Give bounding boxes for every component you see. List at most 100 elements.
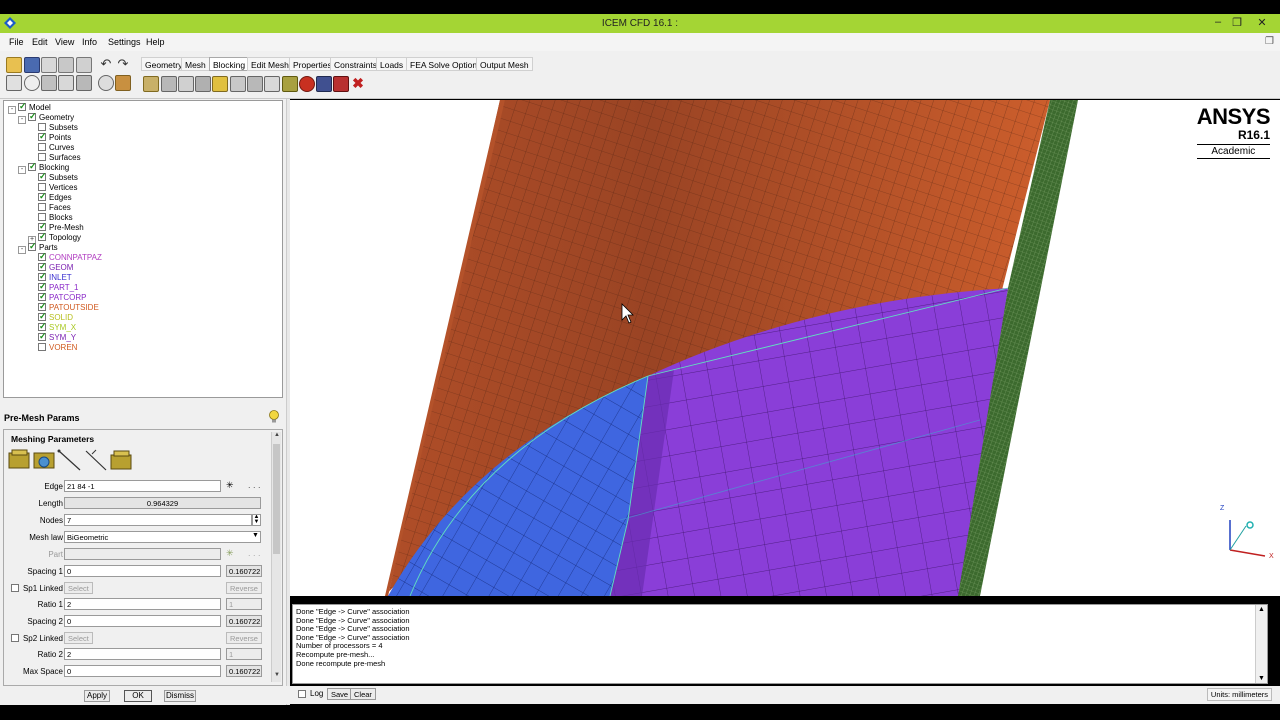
tree-checkbox[interactable] (38, 183, 46, 191)
maximize-button[interactable]: ❐ (1229, 16, 1245, 29)
tab-blocking[interactable]: Blocking (209, 57, 250, 71)
spacing2-field[interactable]: 0 (64, 615, 221, 627)
collapse-icon[interactable]: - (18, 116, 26, 124)
save-as-icon[interactable] (41, 57, 57, 73)
block-copy-icon[interactable] (110, 450, 132, 470)
restore-icon[interactable]: ❐ (1265, 36, 1274, 47)
delete-block-icon[interactable] (333, 76, 349, 92)
tree-checkbox[interactable] (38, 213, 46, 221)
menu-edit[interactable]: Edit (32, 37, 48, 47)
ratio2-field[interactable]: 2 (64, 648, 221, 660)
select-edge-icon[interactable]: ✳ (226, 480, 234, 491)
clear-log-button[interactable]: Clear (350, 688, 376, 700)
tree-node[interactable]: SYM_Y (28, 331, 76, 343)
color-icon[interactable] (115, 75, 131, 91)
measure-icon[interactable] (58, 75, 74, 91)
tree-checkbox[interactable] (38, 291, 47, 301)
create-block-icon[interactable] (143, 76, 159, 92)
open-icon[interactable] (6, 57, 22, 73)
split-block-icon[interactable] (161, 76, 177, 92)
edit-block-icon[interactable] (195, 76, 211, 92)
tab-loads[interactable]: Loads (376, 57, 408, 71)
edge-dist-icon[interactable] (85, 449, 107, 471)
save-log-button[interactable]: Save (327, 688, 353, 700)
pre-mesh-params-icon[interactable] (282, 76, 298, 92)
tree-checkbox[interactable] (38, 143, 46, 151)
graphics-viewport[interactable]: Z X ANSYS R16.1 Academic (290, 100, 1280, 596)
tree-checkbox[interactable] (38, 153, 46, 161)
move-vertex-icon[interactable] (230, 76, 246, 92)
tree-checkbox[interactable] (38, 343, 46, 351)
tree-node[interactable]: Subsets (28, 123, 78, 133)
tree-node[interactable]: PATCORP (28, 291, 86, 303)
tree-checkbox[interactable] (38, 191, 47, 201)
scroll-down-icon[interactable]: ▼ (273, 672, 281, 682)
params-scrollbar[interactable]: ▲ ▼ (271, 432, 281, 682)
zoom-icon[interactable] (24, 75, 40, 91)
tab-constraints[interactable]: Constraints (330, 57, 381, 71)
tree-node[interactable]: Vertices (28, 183, 77, 193)
collapse-icon[interactable]: - (18, 246, 26, 254)
tree-node[interactable]: VOREN (28, 343, 77, 353)
tree-checkbox[interactable] (38, 321, 47, 331)
merge-vertices-icon[interactable] (178, 76, 194, 92)
tab-properties[interactable]: Properties (289, 57, 336, 71)
tree-node[interactable]: Curves (28, 143, 74, 153)
edge-params-icon[interactable] (8, 449, 30, 469)
undo-icon[interactable]: ↶ (98, 57, 114, 73)
tree-checkbox[interactable] (38, 271, 47, 281)
import-icon[interactable] (58, 57, 74, 73)
tree-checkbox[interactable] (38, 221, 47, 231)
tree-checkbox[interactable] (38, 301, 47, 311)
transform-blocks-icon[interactable] (247, 76, 263, 92)
export-icon[interactable] (76, 57, 92, 73)
fit-window-icon[interactable] (6, 75, 22, 91)
menu-info[interactable]: Info (82, 37, 97, 47)
tree-checkbox[interactable] (38, 231, 47, 241)
tree-node[interactable]: PART_1 (28, 281, 79, 293)
scale-sizes-icon[interactable] (33, 452, 55, 469)
spacing1-field[interactable]: 0 (64, 565, 221, 577)
tree-node[interactable]: Pre-Mesh (28, 221, 84, 233)
sp1-linked-checkbox[interactable] (11, 584, 19, 592)
tree-checkbox[interactable] (38, 203, 46, 211)
message-log[interactable]: Done "Edge -> Curve" association Done "E… (292, 604, 1268, 684)
tab-edit-mesh[interactable]: Edit Mesh (247, 57, 293, 71)
tab-mesh[interactable]: Mesh (181, 57, 210, 71)
scroll-up-icon[interactable]: ▲ (273, 432, 281, 442)
solid-display-icon[interactable] (98, 75, 114, 91)
tree-checkbox[interactable] (38, 131, 47, 141)
sp2-linked-checkbox[interactable] (11, 634, 19, 642)
nodes-field[interactable]: 7 (64, 514, 252, 526)
tree-node[interactable]: Blocks (28, 213, 73, 223)
tree-node[interactable]: Points (28, 131, 71, 143)
edit-edge-icon[interactable] (264, 76, 280, 92)
tree-node[interactable]: INLET (28, 271, 72, 283)
display-icon[interactable] (76, 75, 92, 91)
tree-checkbox[interactable] (38, 311, 47, 321)
tree-node[interactable]: - Geometry (18, 111, 74, 124)
tree-node[interactable]: SOLID (28, 311, 73, 323)
tree-checkbox[interactable] (38, 251, 47, 261)
rotate-icon[interactable] (41, 75, 57, 91)
edge-field[interactable]: 21 84 -1 (64, 480, 221, 492)
check-blocks-icon[interactable] (316, 76, 332, 92)
ratio1-field[interactable]: 2 (64, 598, 221, 610)
dismiss-button[interactable]: Dismiss (164, 690, 196, 702)
tree-checkbox[interactable] (38, 123, 46, 131)
tree-checkbox[interactable] (38, 331, 47, 341)
scroll-thumb[interactable] (273, 444, 280, 554)
close-button[interactable]: ✕ (1254, 16, 1270, 29)
mesh-view[interactable]: Z X (290, 100, 1280, 596)
meshlaw-select[interactable]: BiGeometric (64, 531, 261, 543)
help-bulb-icon[interactable] (268, 410, 280, 424)
tree-node[interactable]: SYM_X (28, 321, 76, 333)
collapse-icon[interactable]: - (18, 166, 26, 174)
menu-settings[interactable]: Settings (108, 37, 141, 47)
ok-button[interactable]: OK (124, 690, 152, 702)
pre-mesh-smooth-icon[interactable] (299, 76, 315, 92)
apply-button[interactable]: Apply (84, 690, 110, 702)
log-scroll-down-icon[interactable]: ▼ (1258, 675, 1265, 682)
tree-node[interactable]: GEOM (28, 261, 73, 273)
menu-view[interactable]: View (55, 37, 74, 47)
